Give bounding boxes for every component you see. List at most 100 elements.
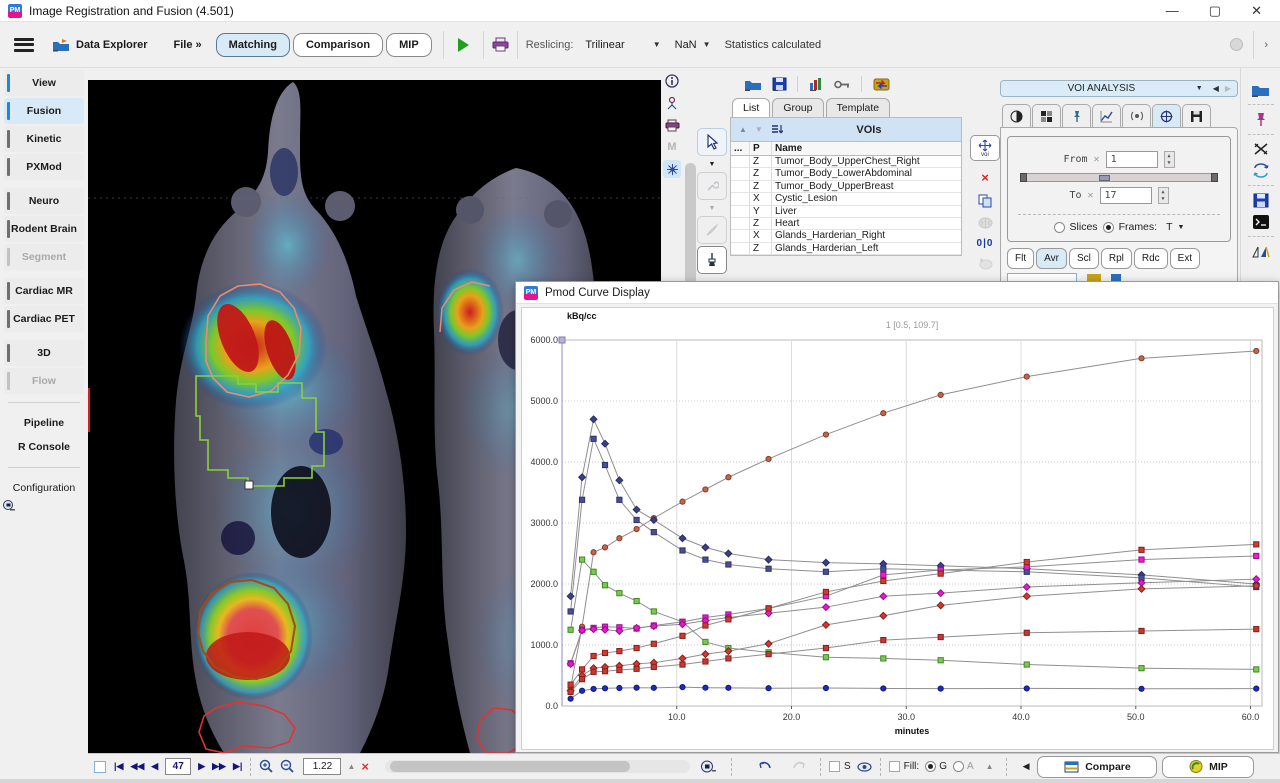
- zoom-out-icon[interactable]: [280, 759, 295, 774]
- voi-row[interactable]: XCystic_Lesion: [731, 193, 961, 205]
- sidebar-item-pxmod[interactable]: PXMod: [4, 154, 84, 180]
- compare-button[interactable]: Compare: [1037, 756, 1157, 778]
- tab-list[interactable]: List: [732, 98, 770, 117]
- slice-number-field[interactable]: 47: [165, 758, 191, 775]
- atlas-icon[interactable]: [663, 160, 681, 178]
- sort-asc-icon[interactable]: ▲: [739, 125, 747, 134]
- mip-button[interactable]: MIP: [1162, 756, 1254, 778]
- tab-comparison[interactable]: Comparison: [293, 33, 383, 57]
- save-voi-icon[interactable]: [772, 77, 787, 91]
- reset-zoom-icon[interactable]: ×: [361, 759, 369, 774]
- swap-icon[interactable]: [1252, 163, 1270, 178]
- frames-radio[interactable]: [1103, 222, 1114, 233]
- sidebar-item-r-console[interactable]: R Console: [0, 435, 88, 459]
- voi-row[interactable]: YLiver: [731, 206, 961, 218]
- voi-row[interactable]: ZTumor_Body_UpperChest_Right: [731, 156, 961, 168]
- sort-desc-icon[interactable]: ▼: [755, 125, 763, 134]
- tools-expand-chevron[interactable]: ▼: [697, 158, 727, 170]
- copy-voi-icon[interactable]: [978, 194, 992, 208]
- next-slice-button[interactable]: ▶: [198, 761, 205, 772]
- key-icon[interactable]: [834, 80, 851, 89]
- zoom-factor-field[interactable]: 1.22: [303, 758, 341, 775]
- tab-group[interactable]: Group: [772, 98, 823, 117]
- close-button[interactable]: ✕: [1251, 3, 1262, 19]
- to-field[interactable]: 17: [1100, 187, 1152, 204]
- sync-checkbox[interactable]: [94, 761, 106, 773]
- prev-slice-button[interactable]: ◀: [151, 761, 158, 772]
- console-icon[interactable]: [1253, 215, 1269, 229]
- rdc-button[interactable]: Rdc: [1134, 248, 1168, 269]
- sidebar-item-neuro[interactable]: Neuro: [4, 188, 84, 214]
- first-slice-button[interactable]: |◀: [114, 761, 123, 772]
- sidebar-item-rodent-brain[interactable]: Rodent Brain: [4, 216, 84, 242]
- curve-display-window[interactable]: PM Pmod Curve Display 10.020.030.040.050…: [515, 281, 1279, 753]
- voi-row[interactable]: ZTumor_Body_LowerAbdominal: [731, 168, 961, 180]
- statistics-icon[interactable]: [808, 77, 824, 91]
- capture-icon[interactable]: [663, 94, 681, 112]
- pin-icon[interactable]: [1255, 112, 1267, 127]
- clear-to-icon[interactable]: ✕: [1088, 190, 1094, 201]
- configuration-icon[interactable]: [0, 500, 88, 514]
- clear-all-icon[interactable]: [1253, 142, 1269, 156]
- sidebar-item-view[interactable]: View: [4, 70, 84, 96]
- curve-window-titlebar[interactable]: PM Pmod Curve Display: [516, 282, 1278, 304]
- zoom-in-icon[interactable]: [259, 759, 274, 774]
- horizontal-scrollbar[interactable]: [385, 760, 690, 773]
- eye-icon[interactable]: [857, 762, 872, 772]
- save-icon[interactable]: [1253, 193, 1269, 208]
- tab-save[interactable]: [1182, 104, 1211, 127]
- time-activity-chart[interactable]: 10.020.030.040.050.060.00.01000.02000.03…: [521, 307, 1274, 750]
- fill-a-radio[interactable]: [953, 761, 964, 772]
- sidebar-item-configuration[interactable]: Configuration: [0, 476, 88, 500]
- fill-checkbox[interactable]: [889, 761, 900, 772]
- nan-dropdown[interactable]: NaN ▼: [675, 39, 711, 51]
- sidebar-item-cardiac-mr[interactable]: Cardiac MR: [4, 278, 84, 304]
- expand-toolbar-chevron[interactable]: ›: [1264, 39, 1280, 51]
- voi-analysis-header[interactable]: VOI ANALYSIS ▼ ◀ ▶: [1000, 80, 1238, 97]
- compare-voi-icon[interactable]: 0|0: [977, 238, 994, 249]
- tab-pin[interactable]: [1062, 104, 1091, 127]
- frame-range-slider[interactable]: [1020, 173, 1218, 182]
- avr-button[interactable]: Avr: [1036, 248, 1067, 269]
- cine-icon[interactable]: [700, 760, 717, 773]
- chevron-down-icon[interactable]: ▼: [1196, 85, 1203, 92]
- load-voi-icon[interactable]: [744, 77, 762, 91]
- sidebar-item-kinetic[interactable]: Kinetic: [4, 126, 84, 152]
- last-slice-button[interactable]: ▶|: [233, 761, 242, 772]
- file-menu[interactable]: File »: [174, 39, 202, 51]
- ext-button[interactable]: Ext: [1170, 248, 1200, 269]
- sidebar-item-cardiac-pet[interactable]: Cardiac PET: [4, 306, 84, 332]
- scl-button[interactable]: Scl: [1069, 248, 1099, 269]
- minimize-button[interactable]: —: [1166, 3, 1179, 18]
- tab-layout[interactable]: [1032, 104, 1061, 127]
- rpl-button[interactable]: Rpl: [1101, 248, 1132, 269]
- slices-radio[interactable]: [1054, 222, 1065, 233]
- menu-icon[interactable]: [14, 38, 34, 52]
- tab-matching[interactable]: Matching: [216, 33, 290, 57]
- from-spinner[interactable]: ▲▼: [1164, 151, 1175, 168]
- s-checkbox[interactable]: [829, 761, 840, 772]
- undo-icon[interactable]: [756, 760, 773, 773]
- to-spinner[interactable]: ▲▼: [1158, 187, 1169, 204]
- data-explorer-button[interactable]: Data Explorer: [52, 38, 148, 52]
- collapse-panel-icon[interactable]: ◀: [1023, 761, 1030, 772]
- fill-g-radio[interactable]: [925, 761, 936, 772]
- sidebar-item-pipeline[interactable]: Pipeline: [0, 411, 88, 435]
- print-icon[interactable]: [663, 116, 681, 134]
- tab-mip[interactable]: MIP: [386, 33, 432, 57]
- info-icon[interactable]: [663, 72, 681, 90]
- from-field[interactable]: 1: [1106, 151, 1158, 168]
- sidebar-item-3d[interactable]: 3D: [4, 340, 84, 366]
- tab-search[interactable]: [1122, 104, 1151, 127]
- prev-panel-icon[interactable]: ◀: [1213, 84, 1219, 93]
- zoom-expand-icon[interactable]: ▲: [347, 762, 355, 771]
- tab-curve[interactable]: [1092, 104, 1121, 127]
- fast-prev-button[interactable]: ◀◀: [130, 761, 144, 772]
- sort-list-icon[interactable]: [771, 124, 783, 135]
- transfer-voi-icon[interactable]: [872, 77, 891, 92]
- voi-row[interactable]: ZTumor_Body_UpperBreast: [731, 181, 961, 193]
- tab-target[interactable]: [1152, 104, 1181, 127]
- tab-contrast[interactable]: [1002, 104, 1031, 127]
- fast-next-button[interactable]: ▶▶: [212, 761, 226, 772]
- chevron-down-icon[interactable]: ▼: [1178, 224, 1185, 231]
